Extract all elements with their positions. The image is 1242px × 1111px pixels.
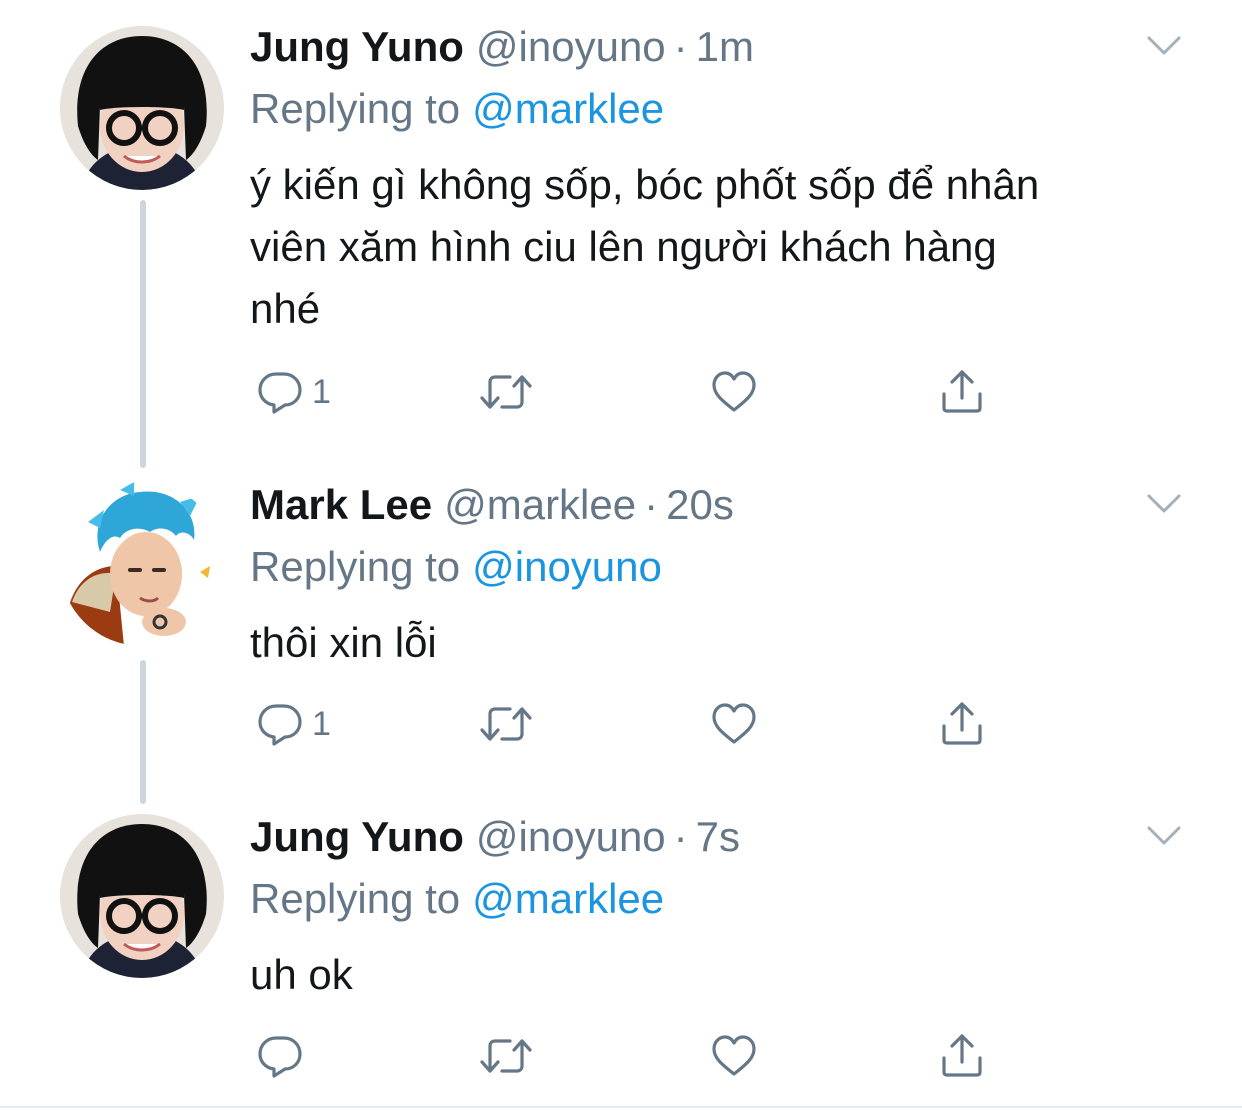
display-name[interactable]: Jung Yuno xyxy=(250,813,464,860)
separator-dot: · xyxy=(644,481,659,528)
separator-dot: · xyxy=(673,813,688,860)
user-handle[interactable]: @inoyuno xyxy=(476,23,666,70)
like-icon xyxy=(710,700,758,748)
timestamp[interactable]: 7s xyxy=(696,813,740,860)
tweet-text: thôi xin lỗi xyxy=(250,612,1200,674)
tweet-actions: 1 xyxy=(250,364,1010,420)
tweet[interactable]: Mark Lee @marklee · 20s Replying to @inoyuno… xyxy=(0,462,1242,804)
replying-to: Replying to @marklee xyxy=(250,84,664,134)
replying-to-label: Replying to xyxy=(250,543,461,590)
display-name[interactable]: Mark Lee xyxy=(250,481,432,528)
like-button[interactable] xyxy=(710,696,758,752)
thread-connector-line xyxy=(140,200,146,468)
timestamp[interactable]: 20s xyxy=(666,481,734,528)
tweet-text-line: viên xăm hình ciu lên người khách hàng xyxy=(250,223,997,270)
tweet-header: Mark Lee @marklee · 20s xyxy=(250,480,734,530)
tweet-actions xyxy=(250,1028,1010,1084)
chevron-down-icon[interactable] xyxy=(1146,492,1182,516)
user-handle[interactable]: @marklee xyxy=(444,481,636,528)
chevron-down-icon[interactable] xyxy=(1146,34,1182,58)
tweet-text: uh ok xyxy=(250,944,1200,1006)
display-name[interactable]: Jung Yuno xyxy=(250,23,464,70)
chevron-down-icon[interactable] xyxy=(1146,824,1182,848)
like-button[interactable] xyxy=(710,364,758,420)
reply-icon xyxy=(256,700,304,748)
tweet-actions: 1 xyxy=(250,696,1010,752)
reply-button[interactable]: 1 xyxy=(256,364,331,420)
avatar[interactable] xyxy=(60,814,224,978)
timestamp[interactable]: 1m xyxy=(696,23,754,70)
retweet-button[interactable] xyxy=(478,1028,534,1084)
reply-count: 1 xyxy=(312,373,331,411)
tweet-thread: Jung Yuno @inoyuno · 1m Replying to @marklee… xyxy=(0,0,1242,1111)
retweet-icon xyxy=(478,700,534,748)
share-button[interactable] xyxy=(938,696,986,752)
share-icon xyxy=(938,368,986,416)
mention-link[interactable]: @inoyuno xyxy=(472,543,662,590)
replying-to: Replying to @marklee xyxy=(250,874,664,924)
thread-connector-line xyxy=(140,660,146,804)
reply-icon xyxy=(256,1032,304,1080)
mention-link[interactable]: @marklee xyxy=(472,875,664,922)
divider xyxy=(0,1106,1242,1108)
reply-icon xyxy=(256,368,304,416)
reply-button[interactable]: 1 xyxy=(256,696,331,752)
separator-dot: · xyxy=(673,23,688,70)
retweet-icon xyxy=(478,1032,534,1080)
like-button[interactable] xyxy=(710,1028,758,1084)
replying-to-label: Replying to xyxy=(250,875,461,922)
retweet-icon xyxy=(478,368,534,416)
tweet-header: Jung Yuno @inoyuno · 7s xyxy=(250,812,740,862)
retweet-button[interactable] xyxy=(478,364,534,420)
avatar[interactable] xyxy=(60,482,224,646)
replying-to: Replying to @inoyuno xyxy=(250,542,662,592)
share-icon xyxy=(938,700,986,748)
user-handle[interactable]: @inoyuno xyxy=(476,813,666,860)
like-icon xyxy=(710,1032,758,1080)
tweet-text-line: nhé xyxy=(250,285,321,332)
tweet-text-line: thôi xin lỗi xyxy=(250,619,437,666)
like-icon xyxy=(710,368,758,416)
tweet-text-line: ý kiến gì không sốp, bóc phốt sốp để nhâ… xyxy=(250,161,1040,208)
share-button[interactable] xyxy=(938,1028,986,1084)
tweet-text: ý kiến gì không sốp, bóc phốt sốp để nhâ… xyxy=(250,154,1200,340)
tweet[interactable]: Jung Yuno @inoyuno · 7s Replying to @marklee… xyxy=(0,796,1242,1111)
avatar[interactable] xyxy=(60,26,224,190)
reply-count: 1 xyxy=(312,705,331,743)
retweet-button[interactable] xyxy=(478,696,534,752)
reply-button[interactable] xyxy=(256,1028,312,1084)
share-button[interactable] xyxy=(938,364,986,420)
replying-to-label: Replying to xyxy=(250,85,461,132)
tweet-header: Jung Yuno @inoyuno · 1m xyxy=(250,22,754,72)
tweet-text-line: uh ok xyxy=(250,951,353,998)
share-icon xyxy=(938,1032,986,1080)
tweet[interactable]: Jung Yuno @inoyuno · 1m Replying to @marklee… xyxy=(0,0,1242,468)
mention-link[interactable]: @marklee xyxy=(472,85,664,132)
